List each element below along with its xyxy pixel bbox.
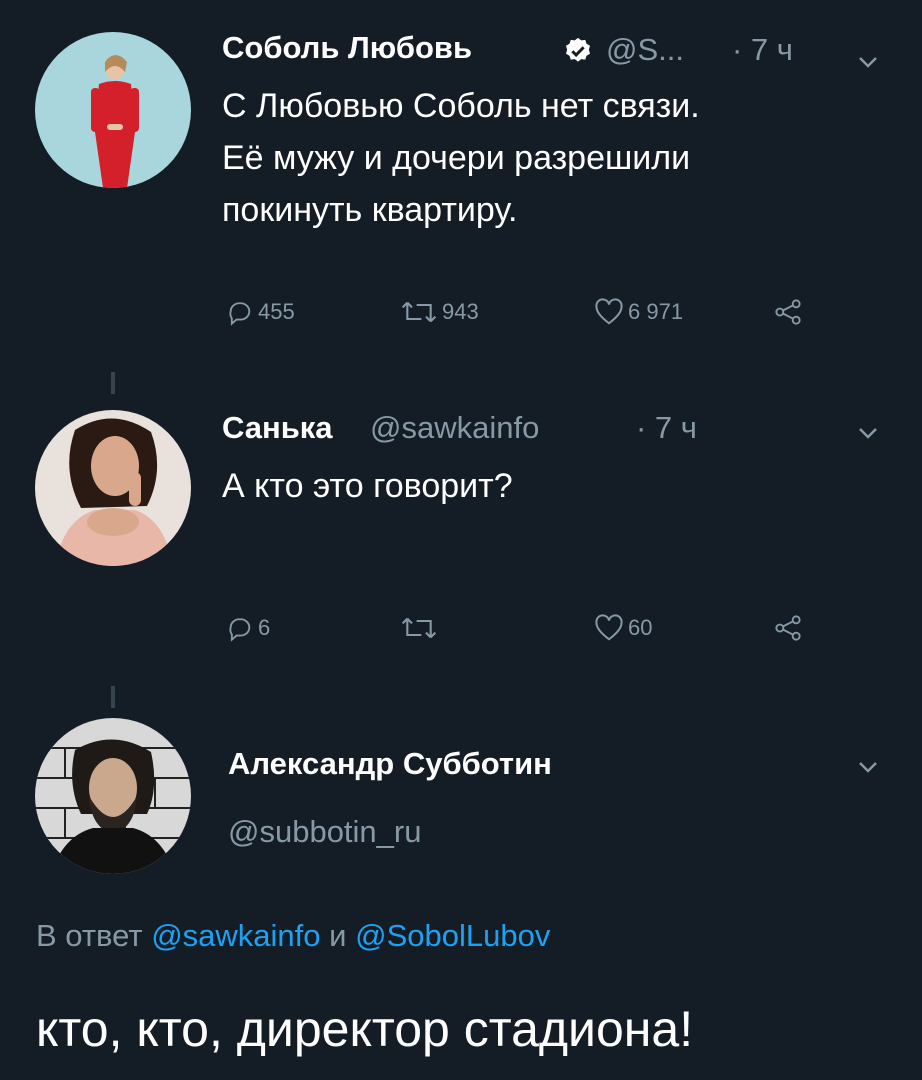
reply-count: 6 <box>258 615 271 640</box>
avatar-subbotin[interactable] <box>35 718 191 874</box>
like-button[interactable]: 60 <box>594 614 652 642</box>
tweet-time[interactable]: · 7 ч <box>732 32 793 68</box>
share-button[interactable] <box>774 298 802 326</box>
tweet-text-line: С Любовью Соболь нет связи. <box>222 87 700 125</box>
share-icon <box>775 299 801 325</box>
tweet-text-line: А кто это говорит? <box>222 467 513 505</box>
tweet-text-line: покинуть квартиру. <box>222 191 518 229</box>
author-handle[interactable]: @sawkainfo <box>370 410 539 446</box>
author-handle[interactable]: @S... <box>606 32 684 68</box>
like-icon <box>595 298 623 325</box>
share-icon <box>775 615 801 641</box>
reply-icon <box>229 302 251 326</box>
retweet-icon <box>401 617 437 639</box>
chevron-down-icon[interactable] <box>858 426 878 444</box>
author-name-text[interactable]: Санька <box>222 410 333 445</box>
author-name-text[interactable]: Александр Субботин <box>228 746 552 781</box>
tweet-time[interactable]: · 7 ч <box>636 410 697 446</box>
verified-badge-icon <box>563 36 593 71</box>
thread-line <box>111 686 115 708</box>
avatar-sawkainfo[interactable] <box>35 410 191 566</box>
reply-context: В ответ @sawkainfo и @SobolLubov <box>36 918 550 954</box>
like-count: 60 <box>628 615 653 640</box>
share-button[interactable] <box>774 614 802 642</box>
retweet-count: 943 <box>442 299 479 324</box>
like-icon <box>595 614 623 641</box>
retweet-button[interactable] <box>400 614 438 642</box>
retweet-icon <box>401 301 437 323</box>
reply-mention-link[interactable]: @sawkainfo <box>151 918 320 953</box>
author-name-text[interactable]: Соболь Любовь <box>222 30 472 65</box>
tweet-text: кто, кто, директор стадиона! <box>36 1001 694 1057</box>
like-button[interactable]: 6 971 <box>594 298 683 326</box>
retweet-button[interactable]: 943 <box>400 298 479 326</box>
chevron-down-icon[interactable] <box>858 55 878 73</box>
author-handle[interactable]: @subbotin_ru <box>228 814 421 850</box>
reply-mention-link[interactable]: @SobolLubov <box>355 918 550 953</box>
reply-icon <box>229 618 251 642</box>
author-name[interactable]: Александр Субботин <box>228 746 552 782</box>
reply-count: 455 <box>258 299 295 324</box>
like-count: 6 971 <box>628 299 684 324</box>
avatar-soboll[interactable] <box>35 32 191 188</box>
thread-line <box>111 372 115 394</box>
author-name[interactable]: Санька <box>222 410 333 446</box>
tweet-text-line: Её мужу и дочери разрешили <box>222 139 691 177</box>
author-name[interactable]: Соболь Любовь <box>222 30 472 66</box>
tweet-text: С Любовью Соболь нет связи. Её мужу и до… <box>222 80 700 236</box>
reply-button[interactable]: 455 <box>226 298 295 326</box>
reply-conjunction: и <box>329 918 347 953</box>
reply-button[interactable]: 6 <box>226 614 270 642</box>
chevron-down-icon[interactable] <box>858 760 878 778</box>
reply-prefix: В ответ <box>36 918 143 953</box>
tweet-text: А кто это говорит? <box>222 460 513 512</box>
